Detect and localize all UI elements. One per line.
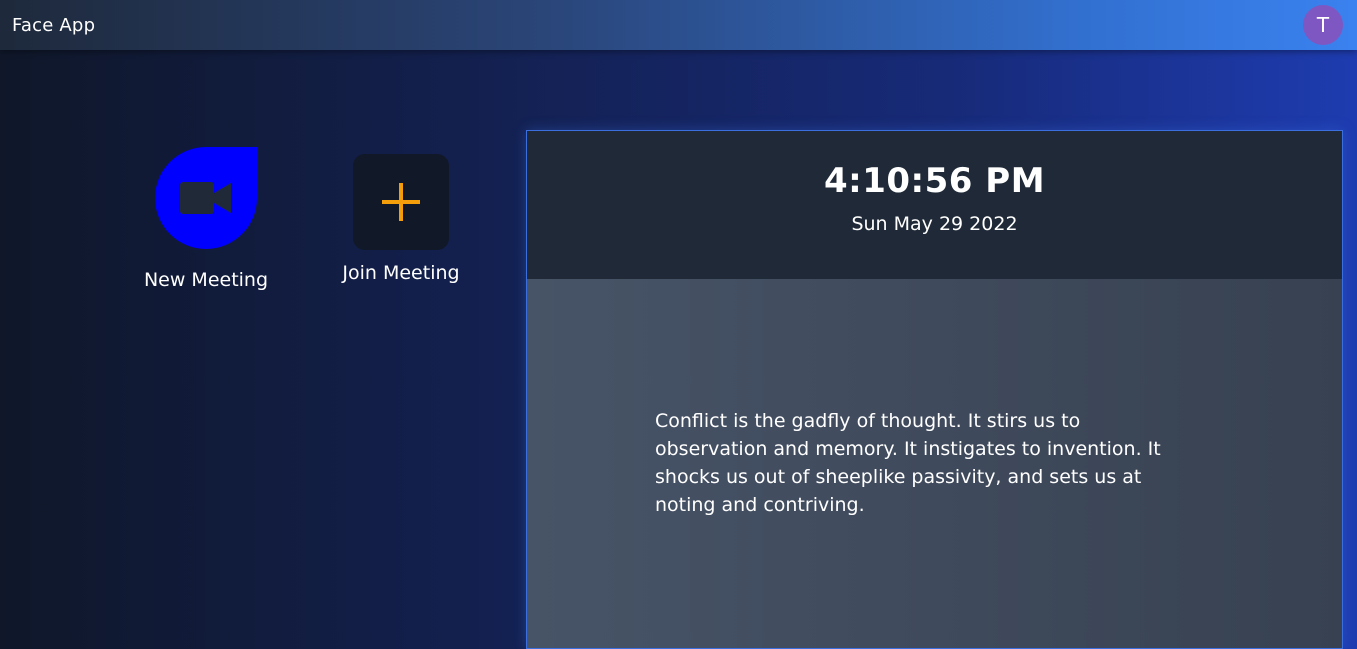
plus-icon xyxy=(382,183,420,221)
top-app-bar: Face App T xyxy=(0,0,1357,50)
new-meeting-button[interactable] xyxy=(155,147,257,249)
quote-text: Conflict is the gadfly of thought. It st… xyxy=(655,410,1161,516)
video-camera-icon xyxy=(180,182,231,214)
join-meeting-button[interactable] xyxy=(353,154,449,250)
new-meeting-action: New Meeting xyxy=(130,147,282,291)
app-title: Face App xyxy=(12,14,96,36)
quote-section: Conflict is the gadfly of thought. It st… xyxy=(527,279,1342,648)
user-avatar[interactable]: T xyxy=(1303,5,1343,45)
current-time: 4:10:56 PM xyxy=(823,161,1046,201)
new-meeting-label: New Meeting xyxy=(143,269,269,291)
join-meeting-action: Join Meeting xyxy=(326,154,476,284)
clock-section: 4:10:56 PM Sun May 29 2022 xyxy=(527,131,1342,279)
avatar-initial: T xyxy=(1316,13,1330,37)
clock-quote-panel: 4:10:56 PM Sun May 29 2022 Conflict is t… xyxy=(526,130,1343,649)
join-meeting-label: Join Meeting xyxy=(342,262,460,284)
current-date: Sun May 29 2022 xyxy=(851,213,1018,235)
